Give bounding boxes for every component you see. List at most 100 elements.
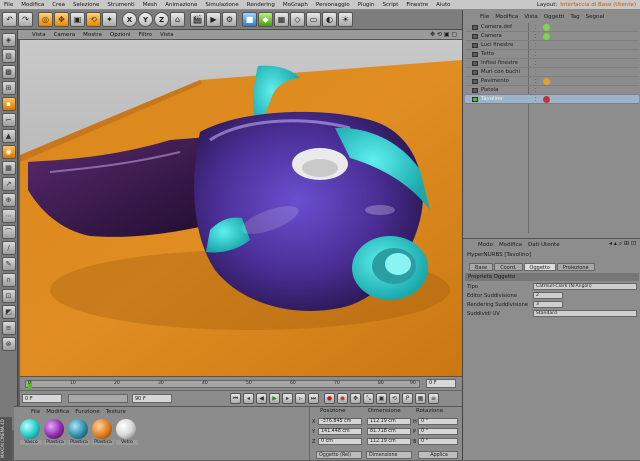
om-menu-oggetti[interactable]: Oggetti xyxy=(541,14,568,20)
viewport-menu-opzioni[interactable]: Opzioni xyxy=(106,32,135,38)
timeline-frame-field[interactable]: 0 F xyxy=(426,379,456,388)
x-axis-icon[interactable]: X xyxy=(122,12,137,27)
viewport-render[interactable] xyxy=(20,40,462,376)
snap-icon[interactable]: ◉ xyxy=(1,145,16,159)
size-z-field[interactable]: 112.19 cm xyxy=(367,438,411,445)
menu-simulazione[interactable]: Simulazione xyxy=(201,2,242,8)
viewport-nav-icons[interactable]: ✥ ⟲ ▣ ▢ xyxy=(430,31,457,38)
rotation-key-icon[interactable]: ⟲ xyxy=(389,393,400,404)
om-menu-tag[interactable]: Tag xyxy=(567,14,582,20)
timeline-track[interactable]: 0 10 20 30 40 50 60 70 80 90 xyxy=(25,380,420,389)
material-swatch[interactable]: Plastica xyxy=(92,419,114,445)
object-row-luci-finestre[interactable]: Luci finestre ⁚ xyxy=(465,41,639,50)
material-swatch[interactable]: Vetro xyxy=(116,419,138,445)
sculpt-icon[interactable]: ⌒ xyxy=(1,225,16,239)
scale-key-icon[interactable]: ▣ xyxy=(376,393,387,404)
weld-icon[interactable]: ⊗ xyxy=(1,337,16,351)
dimension-mode-select[interactable]: Dimensione xyxy=(366,451,412,459)
floor-icon[interactable]: ▭ xyxy=(306,12,321,27)
coordinate-mode-select[interactable]: Oggetto (Rel) xyxy=(316,451,362,459)
bevel-icon[interactable]: ◩ xyxy=(1,305,16,319)
render-subdivision-field[interactable]: 3 xyxy=(533,301,563,308)
material-swatch[interactable]: Plastica xyxy=(68,419,90,445)
z-axis-icon[interactable]: Z xyxy=(154,12,169,27)
material-menu-funzione[interactable]: Funzione xyxy=(72,409,102,415)
axis-mode-icon[interactable]: ⊞ xyxy=(1,81,16,95)
previous-key-icon[interactable]: ◂ xyxy=(243,393,254,404)
camera-icon[interactable]: ◐ xyxy=(322,12,337,27)
tag-icon[interactable] xyxy=(543,33,550,40)
layout-selector[interactable]: Layout: Interfaccia di Base (Utente) xyxy=(537,0,636,10)
tab-proiezione[interactable]: Proiezione xyxy=(556,263,595,271)
menu-aiuto[interactable]: Aiuto xyxy=(432,2,454,8)
next-key-icon[interactable]: ▹ xyxy=(295,393,306,404)
object-mode-icon[interactable]: ▧ xyxy=(1,49,16,63)
object-row-pavimento[interactable]: Pavimento ⁚ xyxy=(465,77,639,86)
workplane-icon[interactable]: ▦ xyxy=(1,161,16,175)
object-row-camera-def[interactable]: Camera.def ⁚ xyxy=(465,23,639,32)
tag-icon[interactable] xyxy=(543,78,550,85)
visibility-dots[interactable]: ⁚ xyxy=(535,96,537,105)
model-mode-icon[interactable]: ◈ xyxy=(1,33,16,47)
redo-icon[interactable]: ↷ xyxy=(18,12,33,27)
menu-crea[interactable]: Crea xyxy=(48,2,69,8)
size-y-field[interactable]: 81.718 cm xyxy=(367,428,411,435)
material-menu-modifica[interactable]: Modifica xyxy=(43,409,72,415)
material-swatch[interactable]: Vasco xyxy=(20,419,42,445)
light-icon[interactable]: ☀ xyxy=(338,12,353,27)
object-row-infissi-finestre[interactable]: Infissi finestre ⁚ xyxy=(465,59,639,68)
material-menu-file[interactable]: File xyxy=(28,409,43,415)
menu-personaggio[interactable]: Personaggio xyxy=(312,2,354,8)
menu-modifica[interactable]: Modifica xyxy=(17,2,48,8)
go-to-start-icon[interactable]: ⏮ xyxy=(230,393,241,404)
tweak-mode-icon[interactable]: ↗ xyxy=(1,177,16,191)
scale-icon[interactable]: ▣ xyxy=(70,12,85,27)
keyframe-selection-icon[interactable]: ✥ xyxy=(350,393,361,404)
om-menu-segnal[interactable]: Segnal xyxy=(583,14,608,20)
nurbs-icon[interactable]: ◆ xyxy=(258,12,273,27)
om-menu-vista[interactable]: Vista xyxy=(521,14,541,20)
position-y-field[interactable]: 141.448 cm xyxy=(318,428,362,435)
menu-plugin[interactable]: Plugin xyxy=(354,2,379,8)
layout-value[interactable]: Interfaccia di Base (Utente) xyxy=(560,2,636,8)
go-to-end-icon[interactable]: ⏭ xyxy=(308,393,319,404)
attr-menu-dati-utente[interactable]: Dati Utente xyxy=(525,242,563,248)
position-key-icon[interactable]: ⤡ xyxy=(363,393,374,404)
viewport-menu-camera[interactable]: Camera xyxy=(50,32,80,38)
rotation-b-field[interactable]: 0 ° xyxy=(418,438,458,445)
end-frame-field[interactable]: 90 F xyxy=(132,394,172,403)
3d-viewport[interactable] xyxy=(20,40,462,376)
material-swatch[interactable]: Plastica xyxy=(44,419,66,445)
section-header[interactable]: Proprietà Oggetto xyxy=(465,273,639,281)
tab-coord[interactable]: Coord. xyxy=(494,263,523,271)
attr-nav-icons[interactable]: ◂ ▴ ⌕ ⊞ ⊡ xyxy=(609,240,636,248)
undo-icon[interactable]: ↶ xyxy=(2,12,17,27)
move-icon[interactable]: ✥ xyxy=(54,12,69,27)
bridge-icon[interactable]: ≡ xyxy=(1,321,16,335)
menu-finestre[interactable]: Finestre xyxy=(402,2,432,8)
render-settings-icon[interactable]: ⚙ xyxy=(222,12,237,27)
coordinate-system-icon[interactable]: ⌂ xyxy=(170,12,185,27)
record-icon[interactable]: ● xyxy=(324,393,335,404)
tab-oggetto[interactable]: Oggetto xyxy=(523,263,556,271)
lock-icon[interactable]: ⊕ xyxy=(1,193,16,207)
grid-icon[interactable]: ⋯ xyxy=(1,209,16,223)
autokey-icon[interactable]: ◉ xyxy=(337,393,348,404)
cube-primitive-icon[interactable]: ■ xyxy=(242,12,257,27)
polygons-mode-icon[interactable]: ▲ xyxy=(1,129,16,143)
rotation-p-field[interactable]: 0 ° xyxy=(418,428,458,435)
render-picture-viewer-icon[interactable]: ▶ xyxy=(206,12,221,27)
menu-animazione[interactable]: Animazione xyxy=(161,2,201,8)
object-row-pistola[interactable]: Pistola ⁚ xyxy=(465,86,639,95)
om-menu-file[interactable]: File xyxy=(477,14,492,20)
size-x-field[interactable]: 112.19 cm xyxy=(367,418,411,425)
position-x-field[interactable]: -376.845 cm xyxy=(318,418,362,425)
preview-range-slider[interactable] xyxy=(68,394,128,403)
menu-script[interactable]: Script xyxy=(378,2,402,8)
knife-icon[interactable]: ∕ xyxy=(1,241,16,255)
param-key-icon[interactable]: P xyxy=(402,393,413,404)
viewport-menu-vista-2[interactable]: Vista xyxy=(156,32,178,38)
menu-mograph[interactable]: MoGraph xyxy=(279,2,312,8)
start-frame-field[interactable]: 0 F xyxy=(22,394,62,403)
subdivide-uv-select[interactable]: Standard xyxy=(533,310,637,317)
